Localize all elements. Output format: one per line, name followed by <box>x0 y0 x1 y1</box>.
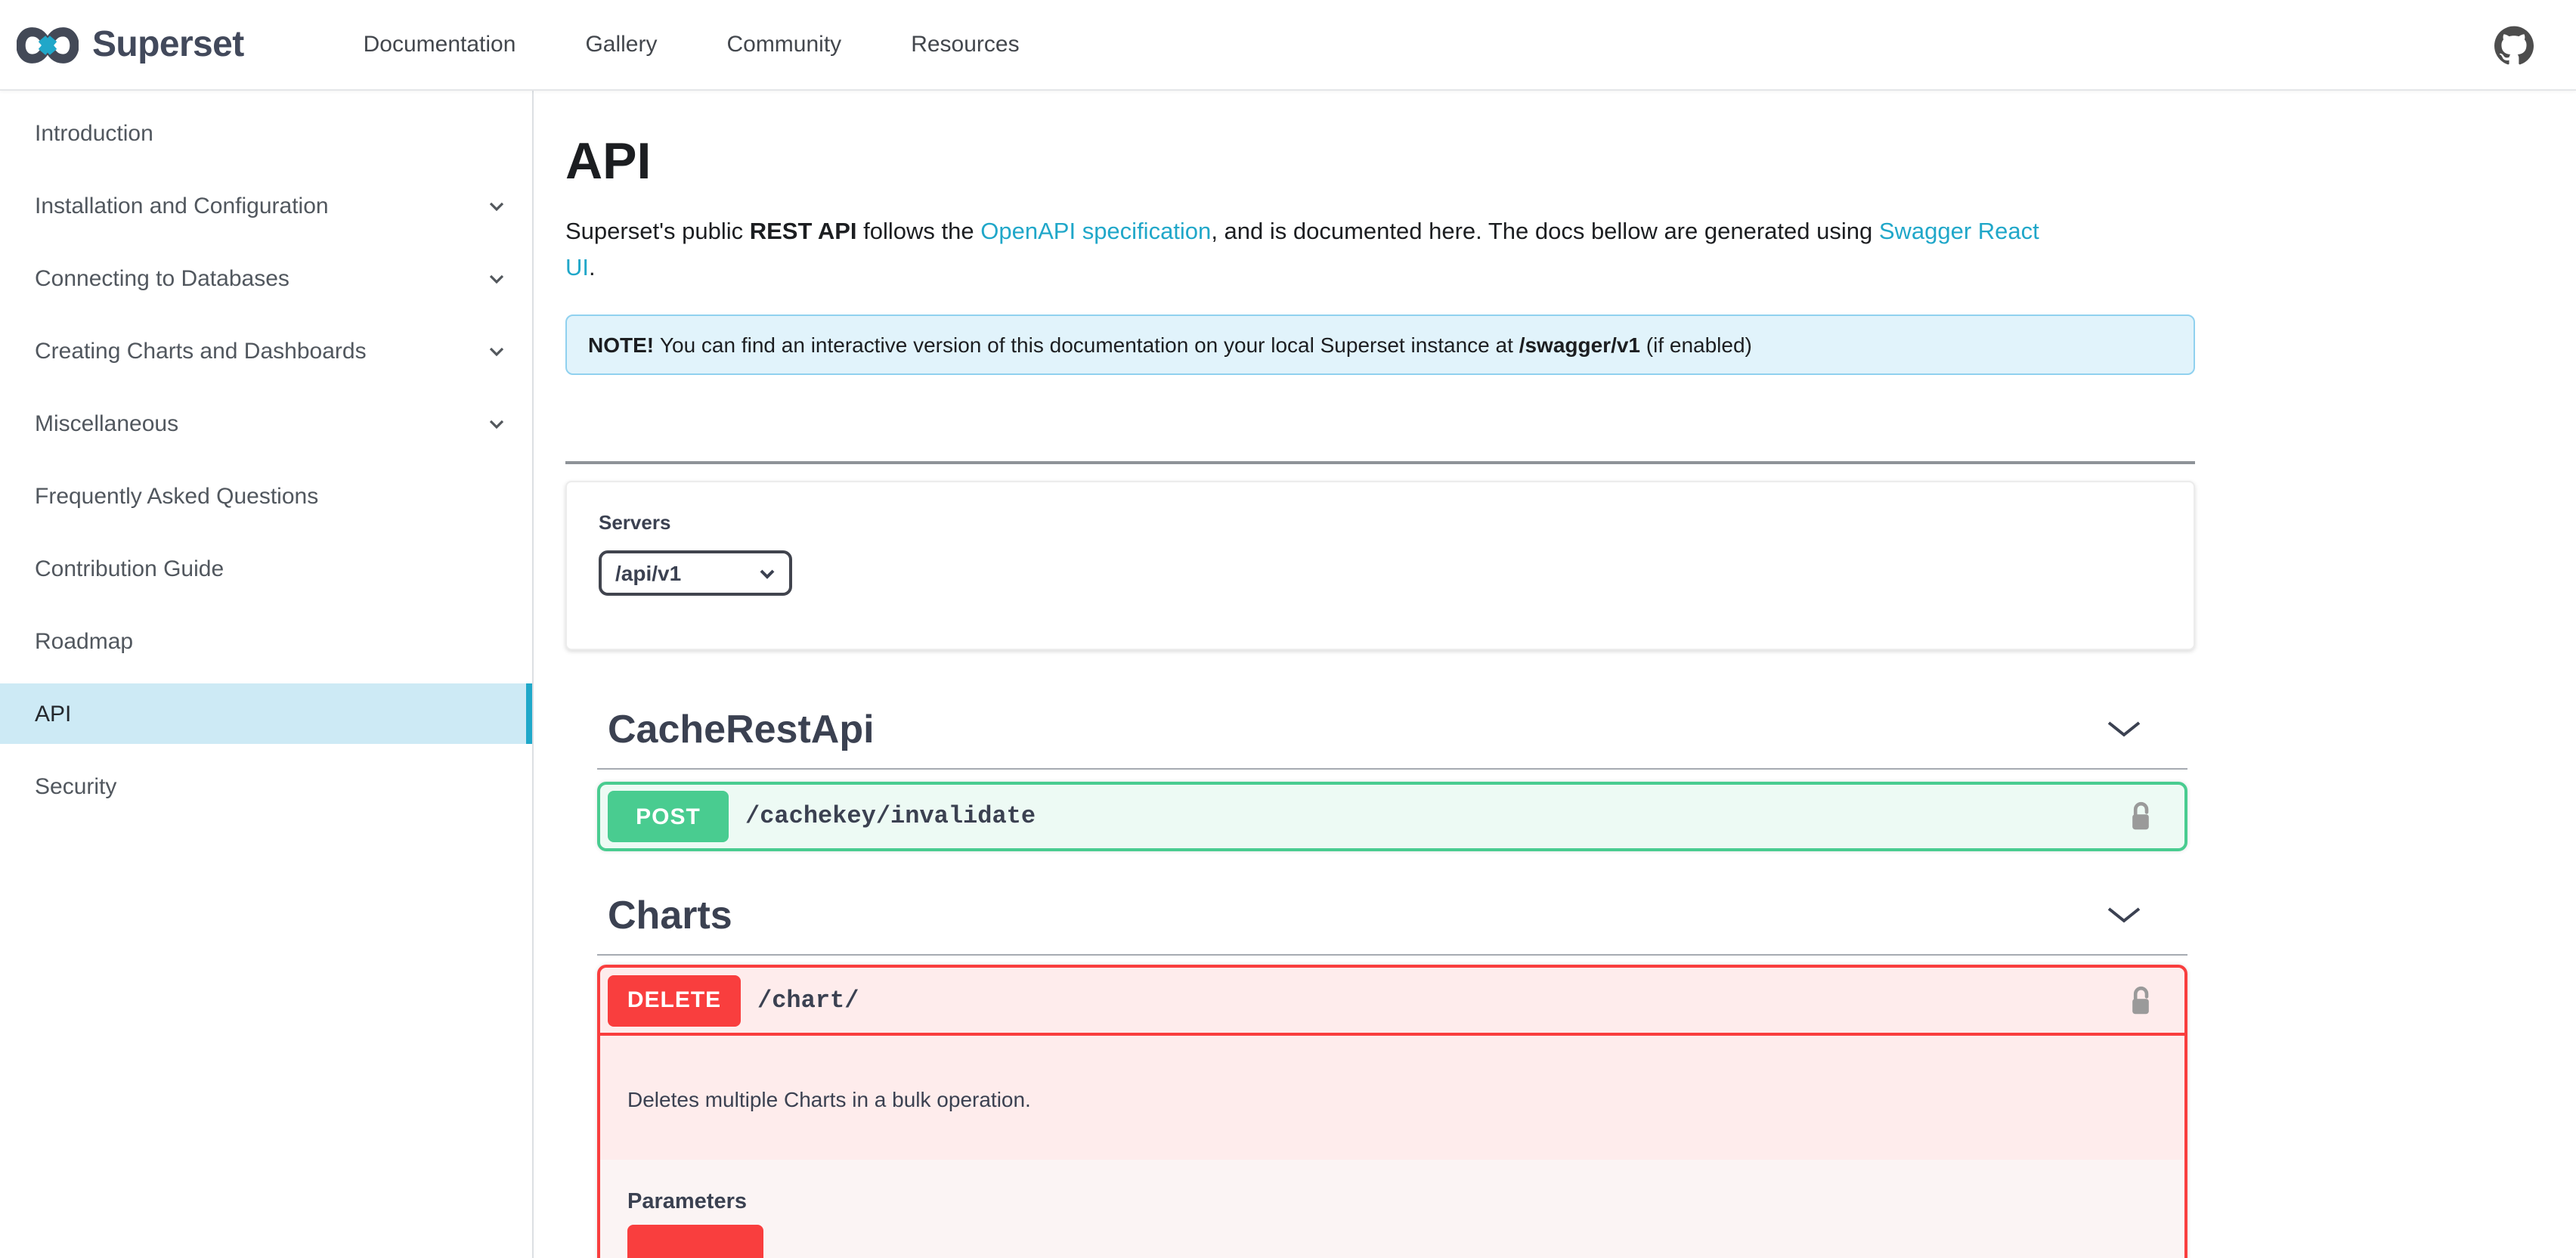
chevron-down-icon <box>488 273 505 284</box>
sidebar-item-security[interactable]: Security <box>0 756 532 816</box>
divider <box>565 461 2195 464</box>
sidebar-item-contribution-guide[interactable]: Contribution Guide <box>0 538 532 599</box>
servers-label: Servers <box>599 511 2162 534</box>
navbar: Superset Documentation Gallery Community… <box>0 0 2576 91</box>
intro-text: follows the <box>857 219 981 245</box>
sidebar-item-label: Roadmap <box>35 628 133 654</box>
servers-card: Servers /api/v1 <box>565 481 2195 650</box>
sidebar-item-label: Miscellaneous <box>35 411 178 436</box>
sidebar-item-introduction[interactable]: Introduction <box>0 103 532 163</box>
page-title: API <box>565 132 2195 192</box>
parameters-section: Parameters <box>600 1160 2184 1258</box>
navbar-links: Documentation Gallery Community Resource… <box>329 32 1054 57</box>
section-title: Charts <box>597 891 732 938</box>
sidebar-item-roadmap[interactable]: Roadmap <box>0 611 532 671</box>
chevron-down-icon <box>2106 720 2142 738</box>
parameters-label: Parameters <box>627 1190 2157 1214</box>
opblock-post-cachekey-invalidate: POST /cachekey/invalidate <box>597 782 2187 851</box>
operation-summary[interactable]: DELETE /chart/ <box>600 968 2184 1036</box>
chevron-down-icon <box>488 418 505 429</box>
section-header-cacherestapi[interactable]: CacheRestApi <box>597 705 2187 753</box>
sidebar-item-label: Installation and Configuration <box>35 193 329 218</box>
sidebar-item-connecting-to-databases[interactable]: Connecting to Databases <box>0 248 532 308</box>
server-select-value: /api/v1 <box>615 561 681 585</box>
sidebar-item-label: Security <box>35 773 116 799</box>
chevron-down-icon <box>488 345 505 356</box>
intro-paragraph: Superset's public REST API follows the O… <box>565 215 2195 286</box>
server-select[interactable]: /api/v1 <box>599 550 792 596</box>
operation-summary[interactable]: POST /cachekey/invalidate <box>600 785 2184 848</box>
sidebar-item-miscellaneous[interactable]: Miscellaneous <box>0 393 532 454</box>
note-admonition: NOTE! You can find an interactive versio… <box>565 314 2195 375</box>
sidebar-item-creating-charts-and-dashboards[interactable]: Creating Charts and Dashboards <box>0 321 532 381</box>
sidebar-item-label: API <box>35 701 71 727</box>
section-header-charts[interactable]: Charts <box>597 891 2187 939</box>
sidebar-item-installation-and-configuration[interactable]: Installation and Configuration <box>0 175 532 236</box>
note-text: (if enabled) <box>1640 333 1752 357</box>
brand-link[interactable]: Superset <box>17 22 244 67</box>
sidebar-item-label: Introduction <box>35 120 153 146</box>
nav-link-community[interactable]: Community <box>692 32 876 57</box>
chevron-down-icon <box>488 200 505 211</box>
intro-bold-rest-api: REST API <box>750 219 857 245</box>
github-icon <box>2494 25 2534 64</box>
section-divider <box>597 768 2187 770</box>
delete-method-badge: DELETE <box>608 974 741 1026</box>
nav-link-resources[interactable]: Resources <box>876 32 1054 57</box>
note-swagger-path: /swagger/v1 <box>1519 333 1640 357</box>
nav-link-gallery[interactable]: Gallery <box>550 32 692 57</box>
github-link[interactable] <box>2494 25 2534 64</box>
intro-text: . <box>589 255 596 280</box>
nav-link-documentation[interactable]: Documentation <box>329 32 551 57</box>
sidebar-item-api[interactable]: API <box>0 683 532 744</box>
docs-sidebar: Introduction Installation and Configurat… <box>0 91 534 1258</box>
lock-icon[interactable] <box>2129 801 2153 832</box>
sidebar-item-label: Creating Charts and Dashboards <box>35 338 367 364</box>
swagger-operations: CacheRestApi POST /cachekey/invalidate <box>597 705 2187 1258</box>
main-content: API Superset's public REST API follows t… <box>534 91 2576 1258</box>
lock-icon[interactable] <box>2129 985 2153 1015</box>
superset-logo-icon <box>17 22 79 67</box>
brand-title: Superset <box>92 23 244 66</box>
section-title: CacheRestApi <box>597 705 875 752</box>
post-method-badge: POST <box>608 791 729 842</box>
note-label: NOTE! <box>588 333 654 357</box>
sidebar-item-label: Connecting to Databases <box>35 265 289 291</box>
sidebar-item-label: Contribution Guide <box>35 556 224 581</box>
openapi-specification-link[interactable]: OpenAPI specification <box>980 219 1211 245</box>
opblock-delete-chart: DELETE /chart/ Deletes multiple Charts i… <box>597 965 2187 1258</box>
swagger-react-ui-link[interactable]: Swagger React <box>1879 219 2039 245</box>
chevron-down-icon <box>759 568 776 578</box>
sidebar-item-frequently-asked-questions[interactable]: Frequently Asked Questions <box>0 466 532 526</box>
chevron-down-icon <box>2106 906 2142 924</box>
intro-text: , and is documented here. The docs bello… <box>1211 219 1879 245</box>
operation-description: Deletes multiple Charts in a bulk operat… <box>600 1036 2184 1160</box>
note-text: You can find an interactive version of t… <box>654 333 1519 357</box>
swagger-react-ui-link[interactable]: UI <box>565 255 589 280</box>
section-divider <box>597 954 2187 956</box>
intro-text: Superset's public <box>565 219 750 245</box>
operation-path: /cachekey/invalidate <box>745 803 1036 830</box>
sidebar-item-label: Frequently Asked Questions <box>35 483 318 509</box>
operation-path: /chart/ <box>757 987 859 1014</box>
page: Superset Documentation Gallery Community… <box>0 0 2576 1258</box>
delete-badge-clipped <box>627 1225 763 1258</box>
